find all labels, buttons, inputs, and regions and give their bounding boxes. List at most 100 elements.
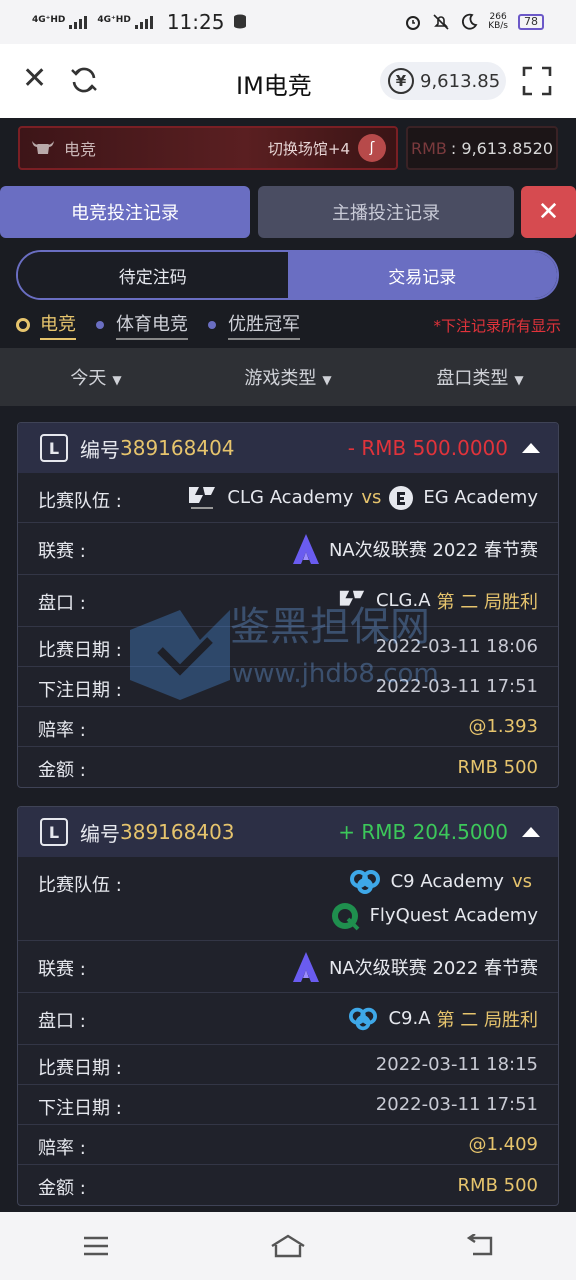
caret-down-icon: ▼ [514, 373, 524, 387]
venue-name: 电竞 [64, 140, 97, 159]
rmb-value: : 9,613.8520 [450, 138, 553, 158]
bull-icon [32, 141, 54, 154]
close-icon[interactable]: ✕ [22, 64, 47, 94]
radio-selected-icon [16, 318, 30, 332]
radio-dot-icon [208, 321, 216, 329]
signal-icon-2: 4G⁺HD [97, 14, 153, 29]
bet-no-label: 编号 [80, 437, 120, 462]
bet-card-header[interactable]: L 编号 389168403 + RMB 204.5000 [18, 807, 558, 857]
status-badge: L [40, 818, 68, 846]
filter-date-label: 今天 [70, 368, 107, 389]
bet-result-amount: - RMB 500.0000 [348, 436, 508, 460]
filter-date[interactable]: 今天 ▼ [0, 364, 192, 390]
league-name: NA次级联赛 2022 春节赛 [328, 539, 538, 561]
fullscreen-icon[interactable] [522, 66, 552, 96]
filter-market-type-label: 盘口类型 [436, 368, 509, 389]
mute-bell-icon [433, 14, 449, 30]
balance-value: 9,613.85 [420, 70, 501, 92]
bet-result-amount: + RMB 204.5000 [338, 820, 508, 844]
system-nav-bar [0, 1212, 576, 1280]
tab-esports-bets[interactable]: 电竞投注记录 [0, 186, 250, 238]
collapse-icon[interactable] [522, 443, 540, 453]
stake-value: RMB 500 [457, 1174, 538, 1196]
teams-row: 比赛队伍 : CLG Academy vs EG Academy [18, 473, 558, 523]
odds-label: 赔率 : [38, 720, 86, 741]
amount-currency: RMB [361, 820, 407, 844]
menu-icon[interactable] [66, 1226, 126, 1266]
clg-logo-icon [339, 590, 365, 606]
teams-row: 比赛队伍 : C9 Academy vs FlyQuest Academy [18, 857, 558, 941]
match-date-row: 比赛日期 : 2022-03-11 18:06 [18, 627, 558, 667]
radio-dot-icon [96, 321, 104, 329]
collapse-icon[interactable] [522, 827, 540, 837]
status-bar: 4G⁺HD 4G⁺HD 11:25 266 KB/s 78 [0, 0, 576, 44]
league-name: NA次级联赛 2022 春节赛 [328, 957, 538, 979]
caret-down-icon: ▼ [322, 373, 332, 387]
network-type-1: 4G⁺HD [32, 14, 66, 25]
category-esports[interactable]: 电竞 [40, 310, 76, 340]
venue-banner[interactable]: 电竞 切换场馆+4 ʃ [18, 126, 398, 170]
market-row: 盘口 : C9.A 第 二 局胜利 [18, 993, 558, 1045]
match-date: 2022-03-11 18:06 [375, 636, 538, 657]
bet-date: 2022-03-11 17:51 [375, 676, 538, 697]
signal-icon: 4G⁺HD [32, 14, 88, 29]
bet-date-row: 下注日期 : 2022-03-11 17:51 [18, 667, 558, 707]
close-panel-button[interactable]: ✕ [521, 186, 576, 238]
page-title: IM电竞 [236, 72, 312, 100]
bet-no: 389168403 [120, 820, 235, 844]
flyquest-logo-icon [331, 902, 359, 930]
refresh-icon[interactable] [68, 64, 100, 96]
stake-value: RMB 500 [457, 756, 538, 778]
amount-value: 500.0000 [412, 436, 508, 460]
filter-market-type[interactable]: 盘口类型 ▼ [384, 364, 576, 390]
market-label: 盘口 : [38, 593, 86, 614]
category-filter: 电竞 体育电竞 优胜冠军 *下注记录所有显示 [16, 310, 561, 340]
bet-no: 389168404 [120, 436, 235, 460]
market-description: 第 二 局胜利 [436, 1009, 538, 1031]
balance-pill[interactable]: ¥ 9,613.85 [380, 62, 506, 100]
teams-label: 比赛队伍 : [38, 491, 122, 512]
odds-value: @1.393 [468, 716, 538, 737]
odds-row: 赔率 : @1.409 [18, 1125, 558, 1165]
moon-icon [462, 13, 478, 30]
market-team: CLG.A [375, 590, 431, 611]
team1-name: CLG Academy [227, 487, 354, 508]
rmb-balance-box: RMB : 9,613.8520 [406, 126, 558, 170]
match-date-row: 比赛日期 : 2022-03-11 18:15 [18, 1045, 558, 1085]
team2-name: EG Academy [423, 487, 538, 508]
battery-icon: 78 [518, 14, 544, 30]
title-bar: ✕ IM电竞 ¥ 9,613.85 [0, 44, 576, 118]
network-type-2: 4G⁺HD [97, 14, 131, 25]
category-sports-esports[interactable]: 体育电竞 [116, 310, 188, 340]
record-segment: 待定注码 交易记录 [16, 250, 559, 300]
league-logo-icon [292, 951, 319, 982]
segment-history[interactable]: 交易记录 [287, 252, 557, 298]
filter-game-type[interactable]: 游戏类型 ▼ [192, 364, 384, 390]
network-speed: 266 KB/s [488, 13, 508, 31]
bet-card: L 编号 389168404 - RMB 500.0000 比赛队伍 : CLG… [17, 422, 559, 788]
segment-pending[interactable]: 待定注码 [18, 252, 288, 298]
switch-venue-label[interactable]: 切换场馆+4 [268, 138, 350, 159]
bet-card: L 编号 389168403 + RMB 204.5000 比赛队伍 : C9 … [17, 806, 559, 1206]
market-team: C9.A [388, 1008, 431, 1029]
status-badge: L [40, 434, 68, 462]
vs-label: vs [511, 871, 532, 892]
filter-bar: 今天 ▼ 游戏类型 ▼ 盘口类型 ▼ [0, 348, 576, 406]
odds-row: 赔率 : @1.393 [18, 707, 558, 747]
switch-venue-icon[interactable]: ʃ [358, 134, 386, 162]
filter-game-type-label: 游戏类型 [244, 368, 317, 389]
bet-card-header[interactable]: L 编号 389168404 - RMB 500.0000 [18, 423, 558, 473]
tab-anchor-bets[interactable]: 主播投注记录 [258, 186, 514, 238]
alarm-icon [406, 16, 421, 30]
home-icon[interactable] [258, 1226, 318, 1266]
amount-sign: - [347, 436, 355, 460]
league-label: 联赛 : [38, 541, 86, 562]
category-champion[interactable]: 优胜冠军 [228, 310, 300, 340]
odds-label: 赔率 : [38, 1138, 86, 1159]
market-row: 盘口 : CLG.A 第 二 局胜利 [18, 575, 558, 627]
bet-no-label: 编号 [80, 821, 120, 846]
records-note: *下注记录所有显示 [433, 316, 561, 335]
back-icon[interactable] [450, 1226, 510, 1266]
amount-currency: RMB [361, 436, 407, 460]
vs-label: vs [361, 487, 382, 508]
